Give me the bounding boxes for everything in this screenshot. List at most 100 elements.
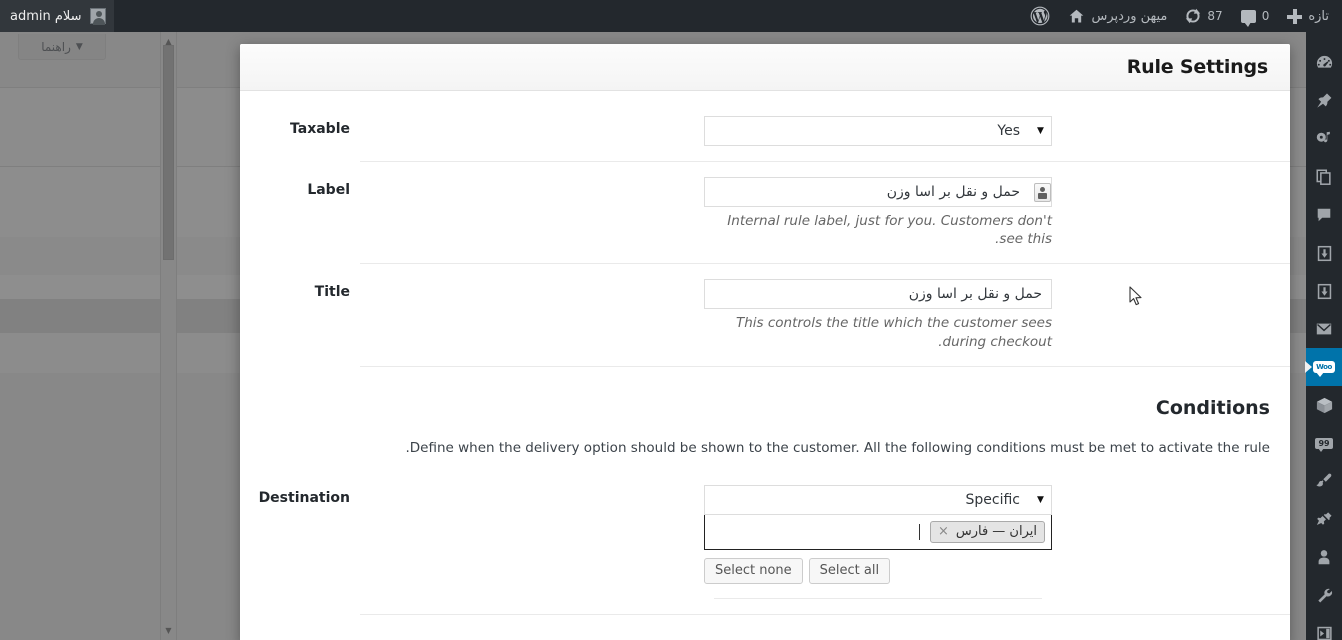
sidebar-item-collapse[interactable] — [1306, 614, 1342, 640]
admin-bar-site-name[interactable]: میهن وردپرس — [1059, 0, 1176, 32]
form-row-taxable-field: ▼ Yes — [360, 101, 1290, 162]
taxable-select-value: Yes — [997, 123, 1020, 139]
admin-bar-right-group: تازه 0 87 میهن وردپرس — [1021, 0, 1342, 32]
admin-bar-wp-logo[interactable] — [1021, 0, 1059, 32]
taxable-select[interactable]: ▼ Yes — [704, 116, 1052, 146]
chevron-down-icon: ▼ — [1037, 494, 1044, 505]
form-row-title: حمل و نقل بر اسا وزن This controls the t… — [240, 263, 1290, 367]
modal-title: Rule Settings — [1126, 56, 1268, 78]
sidebar-item-email[interactable] — [1306, 310, 1342, 348]
admin-bar-comments[interactable]: 0 — [1232, 0, 1279, 32]
title-input[interactable]: حمل و نقل بر اسا وزن — [704, 279, 1052, 310]
badge-icon: 99 — [1315, 437, 1333, 452]
taxable-label: Taxable — [290, 121, 350, 137]
pin-icon — [1317, 93, 1332, 108]
sidebar-item-pages[interactable] — [1306, 158, 1342, 196]
sidebar-item-comments[interactable] — [1306, 196, 1342, 234]
user-icon — [1318, 550, 1330, 565]
destination-buttons: Select none Select all — [704, 557, 1052, 584]
rule-settings-form: ▼ Yes Taxable حمل و نقل بر اسا وزن Inter… — [240, 101, 1290, 367]
updates-icon — [1186, 8, 1201, 24]
dashboard-icon — [1316, 55, 1332, 68]
pages-icon — [1316, 169, 1331, 185]
sidebar-item-import-2[interactable] — [1306, 272, 1342, 310]
sidebar-item-products[interactable] — [1306, 386, 1342, 424]
password-manager-icon[interactable] — [1034, 182, 1051, 202]
field-wrapper: ▼ Yes — [704, 116, 1052, 146]
title-description: This controls the title which the custom… — [735, 315, 1052, 350]
menu-spacer — [1306, 32, 1342, 44]
sidebar-item-woocommerce[interactable]: Woo — [1305, 348, 1342, 386]
sidebar-item-appearance[interactable] — [1306, 462, 1342, 500]
destination-token[interactable]: ایران — فارس × — [929, 520, 1045, 543]
admin-bar-site-label: میهن وردپرس — [1091, 8, 1168, 24]
select-none-button[interactable]: Select none — [704, 557, 803, 584]
field-wrapper: حمل و نقل بر اسا وزن This controls the t… — [704, 279, 1052, 350]
woo-icon: Woo — [1313, 361, 1335, 377]
form-row-taxable: ▼ Yes Taxable — [240, 101, 1290, 162]
destination-label: Destination — [258, 489, 350, 506]
envelope-icon — [1316, 323, 1332, 335]
sidebar-item-plugins[interactable] — [1306, 500, 1342, 538]
sidebar-item-posts[interactable] — [1306, 82, 1342, 120]
title-label: Title — [314, 283, 350, 300]
conditions-heading: Conditions — [1155, 396, 1270, 419]
form-row-title-field: حمل و نقل بر اسا وزن This controls the t… — [360, 263, 1290, 367]
section-divider — [714, 597, 1042, 599]
form-row-destination: ▼ Specific ایران — فارس × Select none Se… — [240, 469, 1290, 615]
admin-bar-account[interactable]: سلام admin — [0, 0, 114, 32]
sidebar-item-media[interactable] — [1306, 120, 1342, 158]
admin-bar-comments-count: 0 — [1261, 9, 1270, 23]
title-input-value: حمل و نقل بر اسا وزن — [908, 286, 1042, 303]
admin-bar-updates-count: 87 — [1207, 9, 1223, 23]
conditions-section: Conditions Define when the delivery opti… — [240, 367, 1290, 470]
form-row-label: حمل و نقل بر اسا وزن Internal rule label… — [240, 161, 1290, 265]
screen-root: ▼ راهنما ▲ ▼ Rule Settings — [0, 0, 1342, 640]
field-wrapper: حمل و نقل بر اسا وزن Internal rule label… — [704, 177, 1052, 248]
admin-bar-updates[interactable]: 87 — [1176, 0, 1231, 32]
paintbrush-icon — [1316, 473, 1332, 487]
conditions-description: Define when the delivery option should b… — [405, 439, 1270, 456]
rule-settings-modal: Rule Settings ▼ Yes Taxable حمل و نقل بر… — [240, 44, 1290, 640]
admin-menu-rail: Woo 99 — [1305, 32, 1342, 640]
avatar — [89, 8, 106, 25]
sidebar-item-dashboard[interactable] — [1306, 44, 1342, 82]
media-icon — [1316, 131, 1330, 143]
remove-token-icon[interactable]: × — [938, 524, 949, 539]
sidebar-item-analytics[interactable]: 99 — [1306, 424, 1342, 462]
admin-bar-greeting: سلام admin — [10, 8, 82, 24]
comments-icon — [1240, 9, 1256, 27]
modal-header: Rule Settings — [240, 44, 1290, 91]
sidebar-item-import-1[interactable] — [1306, 234, 1342, 272]
plus-icon — [1287, 8, 1303, 24]
sidebar-item-users[interactable] — [1306, 538, 1342, 576]
plug-icon — [1316, 512, 1332, 526]
label-description: Internal rule label, just for you. Custo… — [727, 213, 1052, 248]
destination-type-value: Specific — [965, 491, 1021, 508]
conditions-form: ▼ Specific ایران — فارس × Select none Se… — [240, 469, 1290, 615]
destination-token-label: ایران — فارس — [955, 523, 1037, 539]
text-caret — [918, 523, 920, 540]
sidebar-item-tools[interactable] — [1306, 576, 1342, 614]
destination-type-select[interactable]: ▼ Specific — [704, 484, 1052, 515]
wrench-icon — [1318, 588, 1333, 603]
download-box-icon — [1317, 245, 1331, 261]
form-row-label-field: حمل و نقل بر اسا وزن Internal rule label… — [360, 161, 1290, 265]
comment-bubble-icon — [1317, 208, 1331, 222]
label-input[interactable]: حمل و نقل بر اسا وزن — [704, 177, 1052, 207]
wp-admin-bar: سلام admin تازه 0 87 میهن وردپرس — [0, 0, 1342, 32]
admin-bar-new[interactable]: تازه — [1278, 0, 1338, 32]
label-label: Label — [307, 181, 350, 198]
wordpress-logo-icon — [1031, 6, 1050, 26]
download-box-icon — [1317, 283, 1331, 299]
admin-bar-new-label: تازه — [1308, 8, 1329, 24]
collapse-icon — [1316, 626, 1332, 640]
modal-body: ▼ Yes Taxable حمل و نقل بر اسا وزن Inter… — [240, 91, 1290, 640]
destination-multiselect[interactable]: ایران — فارس × — [704, 513, 1052, 550]
form-row-destination-field: ▼ Specific ایران — فارس × Select none Se… — [360, 469, 1290, 615]
box-icon — [1316, 397, 1332, 413]
chevron-down-icon: ▼ — [1037, 126, 1044, 136]
home-icon — [1070, 9, 1084, 22]
select-all-button[interactable]: Select all — [808, 557, 891, 584]
field-wrapper: ▼ Specific ایران — فارس × Select none Se… — [704, 484, 1052, 599]
